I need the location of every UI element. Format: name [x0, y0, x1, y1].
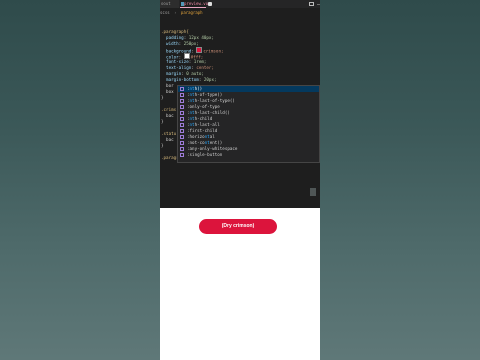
suggestion-label: :horizontal — [187, 134, 215, 139]
suggestion-label: :only-of-type — [187, 104, 220, 109]
css-property-icon — [180, 111, 184, 115]
suggestion-label: :any-only-whitespace — [187, 146, 238, 151]
editor-tab-bar: oout preview.vue … — [160, 0, 320, 8]
css-property-icon — [180, 93, 184, 97]
suggestion-label: :nth-of-type() — [187, 92, 223, 97]
suggestion-label: :first-child — [187, 128, 218, 133]
chevron-right-icon: › — [174, 10, 177, 15]
phone-frame: oout preview.vue … scss › paragraph .par… — [160, 0, 320, 360]
breadcrumb-scss[interactable]: scss — [160, 10, 170, 15]
file-icon — [181, 2, 184, 6]
preview-pane: (Dry crimson) — [160, 208, 320, 360]
css-property-icon — [180, 99, 184, 103]
crimson-button[interactable]: (Dry crimson) — [199, 219, 277, 234]
css-property-icon — [180, 147, 184, 151]
css-property-icon — [180, 123, 184, 127]
css-property-icon — [180, 87, 184, 91]
css-property-icon — [180, 117, 184, 121]
suggestion-label: :nth-last-of-type() — [187, 98, 235, 103]
tab-left[interactable]: oout — [160, 0, 179, 8]
css-property-icon — [180, 105, 184, 109]
suggestion-label: :nth() — [187, 86, 203, 91]
tab-active-label: preview.vue — [184, 1, 211, 6]
tab-active[interactable]: preview.vue — [180, 0, 211, 8]
split-editor-icon[interactable] — [309, 2, 314, 6]
autocomplete-popup: :nth():nth-of-type():nth-last-of-type():… — [177, 85, 320, 163]
css-property-icon — [180, 135, 184, 139]
suggestion-label: :not-content() — [187, 140, 223, 145]
suggestion-label: :nth-child — [187, 116, 213, 121]
suggestion-item[interactable]: :single-button — [178, 152, 319, 158]
more-icon[interactable]: … — [317, 0, 320, 8]
breadcrumb: scss › paragraph — [160, 9, 203, 16]
breadcrumb-paragraph[interactable]: paragraph — [181, 10, 203, 15]
suggestion-label: :nth-last-all — [187, 122, 220, 127]
css-property-icon — [180, 141, 184, 145]
close-tab-icon[interactable] — [208, 2, 212, 6]
minimap-icon — [310, 188, 316, 196]
css-property-icon — [180, 153, 184, 157]
css-property-icon — [180, 129, 184, 133]
suggestion-label: :single-button — [187, 152, 223, 157]
suggestion-label: :nth-last-child() — [187, 110, 230, 115]
